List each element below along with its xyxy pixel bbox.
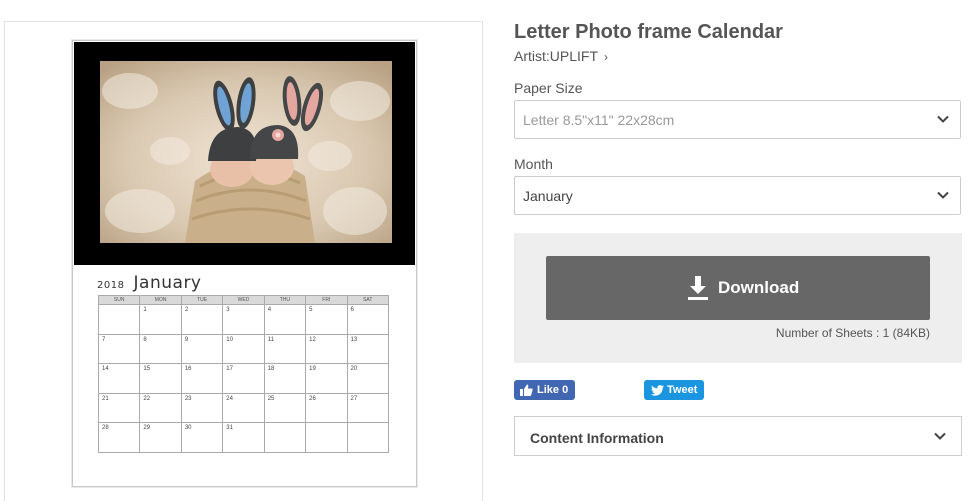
- photo-frame: [74, 42, 415, 265]
- calendar-heading: 2018 January: [97, 273, 202, 293]
- day-cell: 6: [346, 304, 390, 335]
- day-cell: 22: [139, 392, 182, 424]
- day-cell: 14: [97, 363, 141, 394]
- day-cell: 3: [222, 304, 265, 335]
- artist-label: Artist:UPLIFT: [514, 48, 599, 64]
- calendar-year: 2018: [97, 280, 125, 291]
- content-information-label: Content Information: [530, 430, 664, 446]
- day-cell: 25: [263, 392, 307, 424]
- chevron-down-icon: [937, 115, 949, 123]
- twitter-bird-icon: [651, 385, 664, 396]
- day-cell: 5: [305, 304, 348, 335]
- day-cell: 26: [305, 392, 348, 424]
- day-cell: 11: [263, 333, 307, 365]
- weekday-header: MON: [139, 295, 182, 305]
- day-cell: 4: [263, 304, 307, 335]
- tweet-label: Tweet: [667, 384, 698, 396]
- day-cell: [97, 304, 141, 335]
- day-cell: [263, 422, 307, 453]
- calendar-sheet-preview: 2018 January SUN MON TUE WED THU FRI SAT…: [72, 40, 417, 487]
- day-cell: 7: [97, 333, 141, 365]
- weekday-header: FRI: [305, 295, 348, 305]
- weekday-header: TUE: [180, 295, 224, 305]
- day-cell: 13: [346, 333, 390, 365]
- paper-size-select[interactable]: Letter 8.5"x11" 22x28cm: [514, 100, 961, 139]
- week-row: 21 22 23 24 25 26 27: [97, 392, 390, 424]
- day-cell: 15: [139, 363, 182, 394]
- week-row: 28 29 30 31: [97, 422, 390, 453]
- download-section: Download Number of Sheets : 1 (84KB): [514, 233, 962, 363]
- day-cell: 17: [222, 363, 265, 394]
- weekday-row: SUN MON TUE WED THU FRI SAT: [97, 295, 390, 305]
- day-cell: 23: [180, 392, 224, 424]
- day-cell: 31: [222, 422, 265, 453]
- chevron-right-icon: ›: [604, 50, 609, 64]
- weekday-header: WED: [222, 295, 265, 305]
- day-cell: 12: [305, 333, 348, 365]
- download-label: Download: [718, 278, 800, 297]
- facebook-like-button[interactable]: Like 0: [514, 380, 575, 400]
- sheets-info: Number of Sheets : 1 (84KB): [775, 326, 930, 340]
- month-value: January: [523, 188, 573, 204]
- day-cell: 9: [180, 333, 224, 365]
- calendar-preview-panel: 2018 January SUN MON TUE WED THU FRI SAT…: [4, 21, 483, 501]
- paper-size-value: Letter 8.5"x11" 22x28cm: [523, 112, 675, 128]
- chevron-down-icon: [934, 432, 946, 440]
- day-cell: 18: [263, 363, 307, 394]
- day-cell: 29: [139, 422, 182, 453]
- calendar-grid: SUN MON TUE WED THU FRI SAT 1 2 3 4 5 6 …: [97, 295, 390, 453]
- thumbs-up-icon: [520, 384, 533, 396]
- photo-illustration: [100, 61, 392, 243]
- day-cell: [305, 422, 348, 453]
- day-cell: 20: [346, 363, 390, 394]
- weekday-header: SUN: [97, 295, 141, 305]
- artist-link[interactable]: Artist:UPLIFT ›: [514, 48, 608, 64]
- day-cell: 19: [305, 363, 348, 394]
- day-cell: 24: [222, 392, 265, 424]
- day-cell: 10: [222, 333, 265, 365]
- product-title: Letter Photo frame Calendar: [514, 21, 783, 43]
- day-cell: 28: [97, 422, 141, 453]
- paper-size-label: Paper Size: [514, 80, 583, 96]
- day-cell: [346, 422, 390, 453]
- day-cell: 30: [180, 422, 224, 453]
- day-cell: 21: [97, 392, 141, 424]
- month-select[interactable]: January: [514, 176, 961, 215]
- baby-photo: [100, 61, 392, 243]
- download-button[interactable]: Download: [546, 256, 930, 320]
- week-row: 14 15 16 17 18 19 20: [97, 363, 390, 394]
- weekday-header: SAT: [346, 295, 390, 305]
- download-icon: [688, 276, 708, 300]
- week-row: 1 2 3 4 5 6: [97, 304, 390, 335]
- day-cell: 27: [346, 392, 390, 424]
- content-information-accordion[interactable]: Content Information: [514, 416, 962, 456]
- week-row: 7 8 9 10 11 12 13: [97, 333, 390, 365]
- day-cell: 8: [139, 333, 182, 365]
- weekday-header: THU: [263, 295, 307, 305]
- day-cell: 1: [139, 304, 182, 335]
- month-label: Month: [514, 156, 553, 172]
- day-cell: 16: [180, 363, 224, 394]
- chevron-down-icon: [937, 191, 949, 199]
- tweet-button[interactable]: Tweet: [644, 380, 704, 400]
- calendar-month: January: [133, 273, 202, 293]
- day-cell: 2: [180, 304, 224, 335]
- like-label: Like 0: [537, 384, 569, 396]
